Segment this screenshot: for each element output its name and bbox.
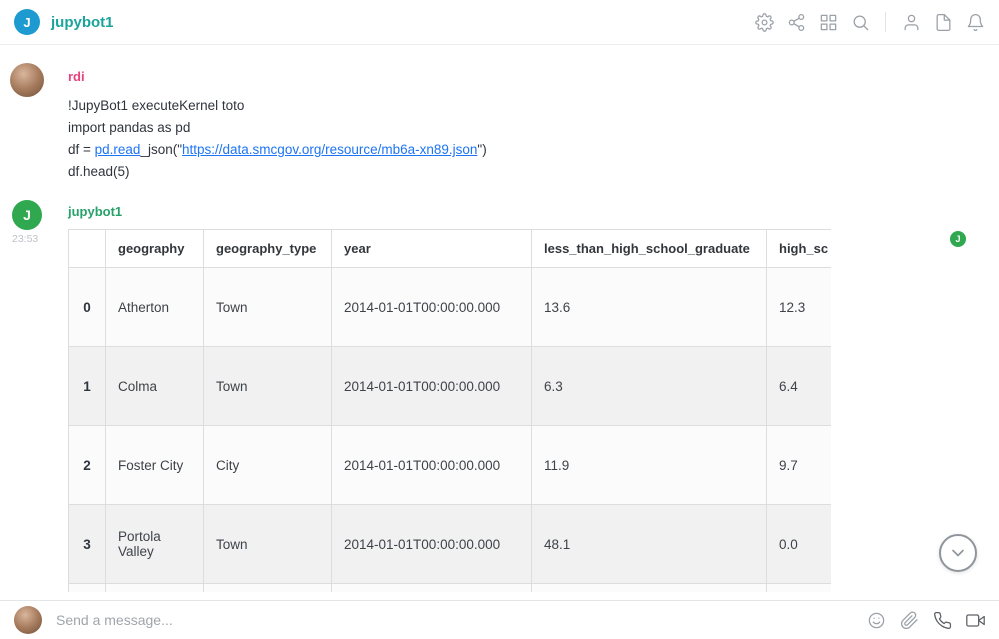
header-divider xyxy=(885,12,886,32)
message-line: import pandas as pd xyxy=(68,117,487,139)
emoji-icon[interactable] xyxy=(866,610,886,630)
jupybot1-avatar[interactable]: J xyxy=(12,200,42,230)
code-text: ") xyxy=(477,142,486,157)
table-cell: 2014-01-01T00:00:00.000 xyxy=(332,426,532,505)
code-text: _json(" xyxy=(140,142,182,157)
video-call-icon[interactable] xyxy=(965,610,985,630)
table-row: 3 Portola Valley Town 2014-01-01T00:00:0… xyxy=(69,505,832,584)
table-cell xyxy=(106,584,204,593)
table-header-cell xyxy=(69,230,106,268)
pd-read-link[interactable]: pd.read xyxy=(95,142,141,157)
table-cell: Town xyxy=(204,268,332,347)
table-cell: 1 xyxy=(69,347,106,426)
table-cell xyxy=(532,584,767,593)
table-cell: 2014-01-01T00:00:00.000 xyxy=(332,347,532,426)
table-cell: 11.9 xyxy=(532,426,767,505)
table-cell xyxy=(204,584,332,593)
rdi-avatar[interactable] xyxy=(10,63,44,97)
dataframe-table: geography geography_type year less_than_… xyxy=(68,229,831,592)
composer-actions xyxy=(866,610,985,630)
table-cell: 48.1 xyxy=(532,505,767,584)
rdi-username[interactable]: rdi xyxy=(68,69,85,84)
table-cell: Portola Valley xyxy=(106,505,204,584)
table-cell: Colma xyxy=(106,347,204,426)
bell-icon[interactable] xyxy=(965,12,985,32)
dataset-url-link[interactable]: https://data.smcgov.org/resource/mb6a-xn… xyxy=(182,142,477,157)
chevron-down-icon xyxy=(948,543,968,563)
app-header: J jupybot1 xyxy=(0,0,999,45)
table-cell: Town xyxy=(204,505,332,584)
apps-grid-icon[interactable] xyxy=(818,12,838,32)
code-text: df = xyxy=(68,142,95,157)
jupybot1-username[interactable]: jupybot1 xyxy=(68,204,122,219)
table-cell: 0 xyxy=(69,268,106,347)
message-line: df.head(5) xyxy=(68,161,487,183)
table-cell xyxy=(332,584,532,593)
room-title: jupybot1 xyxy=(51,14,114,31)
table-header-row: geography geography_type year less_than_… xyxy=(69,230,832,268)
message-timestamp: 23:53 xyxy=(12,233,38,245)
table-header-cell: geography_type xyxy=(204,230,332,268)
share-icon[interactable] xyxy=(786,12,806,32)
table-cell: 0.0 xyxy=(767,505,832,584)
table-cell: 6.3 xyxy=(532,347,767,426)
file-icon[interactable] xyxy=(933,12,953,32)
user-icon[interactable] xyxy=(901,12,921,32)
phone-call-icon[interactable] xyxy=(932,610,952,630)
search-icon[interactable] xyxy=(850,12,870,32)
table-cell: 3 xyxy=(69,505,106,584)
table-header-cell: year xyxy=(332,230,532,268)
table-cell: 12.3 xyxy=(767,268,832,347)
table-cell: Foster City xyxy=(106,426,204,505)
table-cell: Atherton xyxy=(106,268,204,347)
table-cell: 2 xyxy=(69,426,106,505)
table-cell: 2014-01-01T00:00:00.000 xyxy=(332,505,532,584)
table-header-cell: geography xyxy=(106,230,204,268)
message-line: df = pd.read_json("https://data.smcgov.o… xyxy=(68,139,487,161)
header-actions xyxy=(754,12,985,32)
table-cell xyxy=(767,584,832,593)
table-cell xyxy=(69,584,106,593)
table-header-cell: high_sc xyxy=(767,230,832,268)
room-avatar[interactable]: J xyxy=(14,9,40,35)
chat-area: rdi !JupyBot1 executeKernel toto import … xyxy=(0,45,999,600)
table-cell: 6.4 xyxy=(767,347,832,426)
attachment-icon[interactable] xyxy=(899,610,919,630)
rdi-message: !JupyBot1 executeKernel toto import pand… xyxy=(68,95,487,183)
table-cell: 9.7 xyxy=(767,426,832,505)
dataframe-table-container: geography geography_type year less_than_… xyxy=(68,229,831,592)
settings-icon[interactable] xyxy=(754,12,774,32)
message-input[interactable] xyxy=(56,612,852,628)
current-user-avatar[interactable] xyxy=(14,606,42,634)
table-cell: City xyxy=(204,426,332,505)
table-cell: 2014-01-01T00:00:00.000 xyxy=(332,268,532,347)
message-composer xyxy=(0,600,999,639)
table-header-cell: less_than_high_school_graduate xyxy=(532,230,767,268)
table-row-partial xyxy=(69,584,832,593)
bot-status-badge: J xyxy=(950,231,966,247)
table-cell: 13.6 xyxy=(532,268,767,347)
table-row: 2 Foster City City 2014-01-01T00:00:00.0… xyxy=(69,426,832,505)
table-row: 1 Colma Town 2014-01-01T00:00:00.000 6.3… xyxy=(69,347,832,426)
scroll-to-bottom-button[interactable] xyxy=(939,534,977,572)
table-cell: Town xyxy=(204,347,332,426)
table-row: 0 Atherton Town 2014-01-01T00:00:00.000 … xyxy=(69,268,832,347)
message-line: !JupyBot1 executeKernel toto xyxy=(68,95,487,117)
